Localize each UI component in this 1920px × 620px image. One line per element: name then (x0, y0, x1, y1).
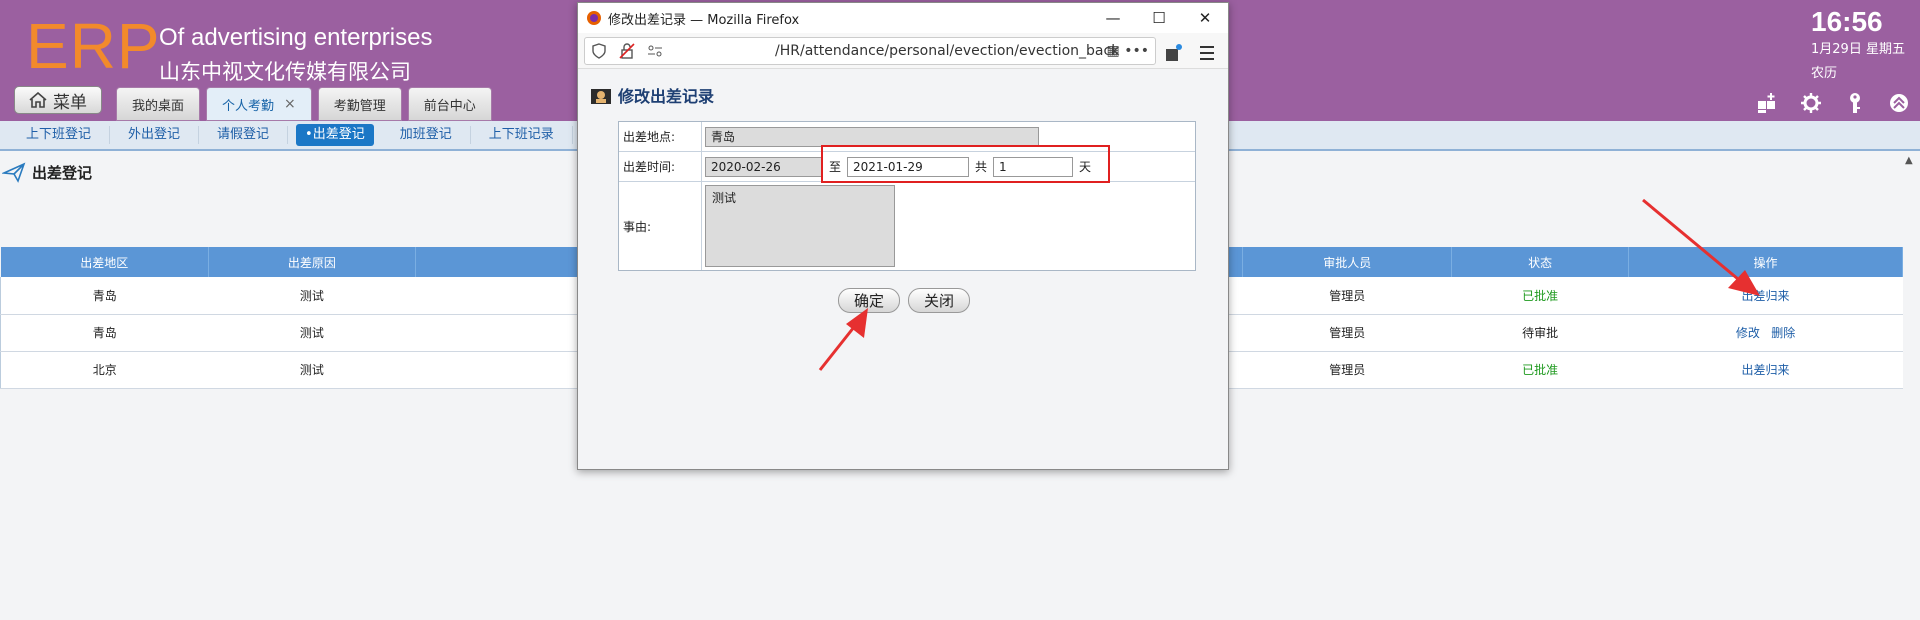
cell-operation: 出差归来 (1628, 277, 1903, 315)
tab-front-center[interactable]: 前台中心 (407, 87, 492, 121)
menu-label: 菜单 (53, 92, 87, 113)
tab-attendance-management[interactable]: 考勤管理 (317, 87, 402, 121)
tab-label: 我的桌面 (132, 98, 185, 114)
reason-textarea[interactable]: 测试 (705, 185, 895, 267)
subnav-business-trip[interactable]: •出差登记 (296, 124, 374, 146)
close-button[interactable]: 关闭 (908, 288, 971, 313)
cell-status: 待审批 (1451, 314, 1629, 352)
return-from-trip-link[interactable]: 出差归来 (1742, 289, 1790, 303)
edit-link[interactable]: 修改 (1736, 326, 1760, 340)
company-name-cn: 山东中视文化传媒有限公司 (159, 60, 411, 84)
cell-region: 北京 (0, 351, 209, 389)
cell-reason: 测试 (208, 314, 416, 352)
delete-link[interactable]: 删除 (1771, 326, 1795, 340)
airplane-icon (2, 162, 26, 183)
scroll-up-arrow[interactable]: ▲ (1905, 155, 1913, 166)
subnav-outing[interactable]: 外出登记 (110, 126, 200, 144)
company-name-en: Of advertising enterprises (159, 24, 433, 51)
place-field[interactable]: 青岛 (705, 126, 1039, 147)
cell-operation: 修改 删除 (1628, 314, 1903, 352)
col-region[interactable]: 出差地区 (0, 247, 209, 277)
place-label: 出差地点: (619, 122, 702, 151)
start-date-field[interactable]: 2020-02-26 (705, 156, 823, 177)
cell-reason: 测试 (208, 277, 416, 315)
hamburger-menu-icon[interactable] (1198, 43, 1216, 63)
col-status[interactable]: 状态 (1451, 247, 1630, 277)
lunar-date: 农历 (1811, 66, 1838, 81)
url-bar[interactable]: /HR/attendance/personal/evection/evectio… (584, 36, 1156, 65)
subnav-clock-records[interactable]: 上下班记录 (471, 126, 573, 144)
permissions-icon (648, 45, 662, 56)
confirm-button[interactable]: 确定 (838, 288, 901, 313)
page-title-text: 出差登记 (32, 163, 93, 182)
home-icon (29, 92, 47, 108)
tab-label: 前台中心 (423, 98, 476, 114)
cell-approver: 管理员 (1242, 277, 1452, 315)
page-actions-icon[interactable]: ▦ ••• (1107, 43, 1149, 59)
main-tabs: 我的桌面 个人考勤 × 考勤管理 前台中心 (116, 87, 492, 121)
trip-edit-form: 出差地点: 青岛 出差时间: 2020-02-26 至 2021-01-29 共… (618, 121, 1196, 271)
cell-status: 已批准 (1451, 351, 1629, 389)
cell-operation: 出差归来 (1628, 351, 1903, 389)
maximize-icon[interactable]: ☐ (1136, 3, 1182, 33)
dialog-title-text: 修改出差记录 (618, 87, 715, 106)
tab-label: 个人考勤 (222, 98, 275, 114)
person-edit-icon (591, 89, 611, 104)
url-text: /HR/attendance/personal/evection/evectio… (775, 42, 1120, 59)
clock-time: 16:56 (1811, 6, 1883, 37)
collapse-up-icon[interactable] (1888, 92, 1910, 114)
page-title: 出差登记 (2, 160, 92, 184)
cell-approver: 管理员 (1242, 351, 1452, 389)
url-bar-row: /HR/attendance/personal/evection/evectio… (578, 33, 1228, 69)
subnav-overtime[interactable]: 加班登记 (382, 126, 471, 144)
extension-icon[interactable] (1164, 43, 1184, 63)
col-operation[interactable]: 操作 (1628, 247, 1903, 277)
close-tab-icon[interactable]: × (284, 96, 296, 112)
reason-row: 事由: 测试 (619, 182, 1195, 270)
col-reason[interactable]: 出差原因 (208, 247, 416, 277)
insecure-lock-icon (619, 42, 635, 59)
erp-logo: ERP (26, 10, 161, 82)
return-from-trip-link[interactable]: 出差归来 (1742, 363, 1790, 377)
dialog-title: 修改出差记录 (590, 83, 714, 107)
close-icon[interactable]: ✕ (1182, 3, 1228, 33)
reason-value-cell: 测试 (702, 182, 1195, 270)
gear-icon[interactable] (1800, 92, 1822, 114)
minimize-icon[interactable]: — (1090, 3, 1136, 33)
window-controls: — ☐ ✕ (1090, 3, 1228, 33)
clock-date: 1月29日 星期五 (1811, 42, 1905, 57)
subnav-leave[interactable]: 请假登记 (199, 126, 289, 144)
firefox-icon (587, 11, 601, 25)
cell-reason: 测试 (208, 351, 416, 389)
cell-region: 青岛 (0, 277, 209, 315)
tab-label: 考勤管理 (333, 98, 386, 114)
popup-window-title: 修改出差记录 — Mozilla Firefox (608, 12, 800, 28)
header-tools (1756, 92, 1910, 114)
tab-personal-attendance[interactable]: 个人考勤 × (206, 87, 312, 121)
cell-approver: 管理员 (1242, 314, 1452, 352)
tab-my-desktop[interactable]: 我的桌面 (116, 87, 201, 121)
edit-trip-popup-window: 修改出差记录 — Mozilla Firefox — ☐ ✕ /HR/atten… (577, 2, 1229, 470)
highlight-box (821, 145, 1110, 183)
add-widget-icon[interactable] (1756, 92, 1778, 114)
time-label: 出差时间: (619, 152, 702, 181)
dialog-buttons: 确定 关闭 (838, 288, 971, 313)
key-icon[interactable] (1844, 92, 1866, 114)
menu-button[interactable]: 菜单 (14, 86, 102, 114)
cell-status: 已批准 (1451, 277, 1629, 315)
popup-titlebar[interactable]: 修改出差记录 — Mozilla Firefox — ☐ ✕ (578, 3, 1228, 33)
cell-region: 青岛 (0, 314, 209, 352)
shield-icon (592, 42, 606, 59)
reason-label: 事由: (619, 182, 702, 270)
subnav-clock-in[interactable]: 上下班登记 (8, 126, 111, 144)
col-approver[interactable]: 审批人员 (1242, 247, 1453, 277)
